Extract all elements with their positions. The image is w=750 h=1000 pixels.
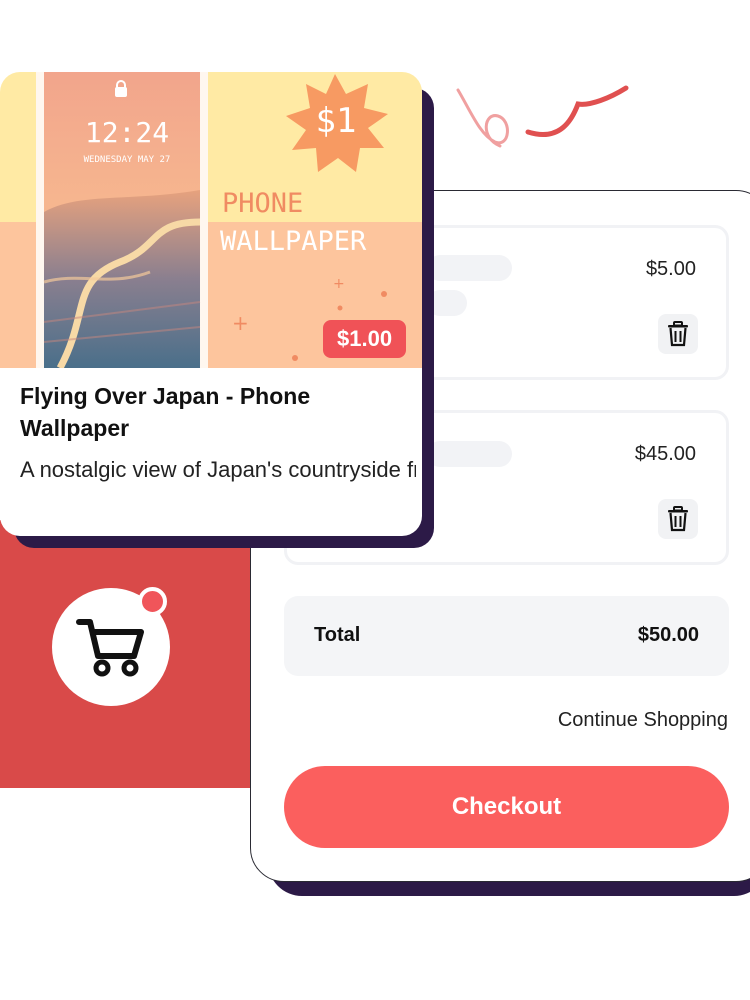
total-value: $50.00 bbox=[637, 624, 699, 646]
svg-text:+: + bbox=[333, 276, 345, 292]
item-title-placeholder bbox=[427, 255, 512, 281]
image-caption-line2: WALLPAPER bbox=[220, 226, 367, 257]
image-caption-line1: PHONE bbox=[222, 188, 303, 219]
item-title-placeholder bbox=[427, 441, 512, 467]
lockscreen-date: WEDNESDAY MAY 27 bbox=[84, 155, 171, 165]
product-card[interactable]: 12:24 WEDNESDAY MAY 27 $1 PHONE WALLPAPE… bbox=[0, 72, 422, 536]
delete-item-button[interactable] bbox=[658, 499, 698, 539]
total-label: Total bbox=[314, 624, 361, 646]
notification-dot bbox=[138, 587, 167, 616]
delete-item-button[interactable] bbox=[658, 314, 698, 354]
product-description: A nostalgic view of Japan's countryside … bbox=[20, 457, 416, 482]
trash-icon bbox=[668, 506, 688, 532]
price-badge: $1.00 bbox=[323, 320, 407, 358]
svg-text:+: + bbox=[232, 311, 249, 335]
lockscreen-time: 12:24 bbox=[85, 116, 169, 149]
checkout-button[interactable]: Checkout bbox=[284, 766, 729, 848]
item-price: $5.00 bbox=[645, 258, 696, 280]
item-price: $45.00 bbox=[634, 443, 696, 465]
decorative-squiggle bbox=[456, 85, 629, 148]
continue-shopping-link[interactable]: Continue Shopping bbox=[558, 709, 728, 732]
shopping-cart-icon bbox=[76, 619, 144, 677]
trash-icon bbox=[668, 321, 688, 347]
order-total: Total $50.00 bbox=[284, 596, 729, 676]
burst-price: $1 bbox=[316, 101, 357, 141]
product-title: Flying Over Japan - Phone Wallpaper bbox=[20, 383, 311, 441]
